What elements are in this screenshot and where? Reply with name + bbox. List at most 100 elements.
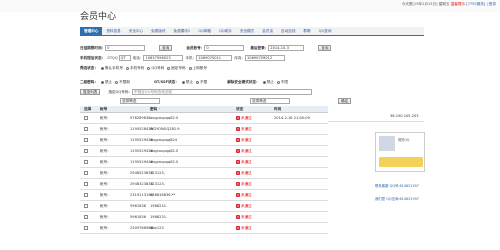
table-row: 帐号： 2319113194 836816836.** ✕ 未通过 bbox=[80, 190, 328, 201]
r1-opt-0: 禁止 bbox=[104, 79, 113, 84]
radio-type-4[interactable] bbox=[188, 66, 192, 70]
row-checkbox[interactable] bbox=[84, 137, 88, 142]
row-checkbox[interactable] bbox=[84, 181, 88, 186]
radio-type-1[interactable] bbox=[125, 66, 129, 70]
status: 未通过 bbox=[241, 159, 252, 164]
radio-type-3[interactable] bbox=[167, 66, 171, 70]
acct-num: 1195529438 bbox=[130, 160, 153, 164]
r3-opt-0: 禁止 bbox=[266, 79, 274, 84]
row-checkbox[interactable] bbox=[84, 159, 88, 164]
row-checkbox[interactable] bbox=[84, 148, 88, 153]
top-links[interactable]: [7755服务] | 登录 bbox=[466, 2, 496, 6]
row-checkbox[interactable] bbox=[84, 225, 88, 230]
r1-label: 二级密码： bbox=[80, 79, 98, 84]
amount-input[interactable]: 0 bbox=[204, 45, 245, 51]
tab-10[interactable]: 群聊 bbox=[299, 27, 314, 35]
main-nav: 管理中心 资料信息 安全中心 免费版块 免费模块2 QQ邮箱 QQ助手 安全模式 会员谈 自动加钱… bbox=[80, 27, 424, 36]
row-checkbox[interactable] bbox=[84, 203, 88, 208]
r2-radio-0[interactable] bbox=[181, 80, 185, 84]
pwd: wugroupqq82.0 bbox=[150, 116, 179, 120]
x-icon: ✕ bbox=[236, 225, 240, 230]
r1-radio-1[interactable] bbox=[115, 80, 119, 84]
radio-type-0[interactable] bbox=[100, 66, 104, 70]
type-opt-0: 默认手机号 bbox=[104, 65, 123, 70]
table-row: 帐号： 1195528438 WGYONGQ282.9 ✕ 未通过 bbox=[80, 124, 328, 135]
select-a[interactable]: 选择筛选 bbox=[120, 98, 160, 104]
phone-input[interactable]: 10637598023 bbox=[143, 55, 184, 61]
pwd: 123123, bbox=[150, 171, 165, 175]
fax-input[interactable]: 10690709012 bbox=[245, 55, 286, 61]
x-icon: ✕ bbox=[236, 126, 240, 131]
tab-4[interactable]: 免费模块2 bbox=[170, 27, 195, 35]
x-icon: ✕ bbox=[236, 170, 240, 175]
qq-b-input[interactable]: QT bbox=[118, 55, 131, 61]
acct-label: 帐号： bbox=[100, 159, 111, 164]
qq-num-input[interactable]: 不指定QQ号码查询全部 bbox=[132, 89, 313, 95]
date-label: 日结期限时间： bbox=[80, 45, 106, 50]
tab-3[interactable]: 免费版块 bbox=[147, 27, 169, 35]
confirm-button[interactable]: 确定 bbox=[338, 98, 352, 104]
last-input[interactable]: 2014-10-3 bbox=[268, 45, 305, 51]
qq-contact[interactable]: 联系客服 QQ号:614631597 bbox=[375, 183, 419, 188]
acct-num: 2309768968 bbox=[130, 226, 153, 230]
ip-text: 36.150.105.203 bbox=[390, 114, 419, 118]
ip-row: 36.150.105.203 bbox=[328, 112, 424, 122]
ad-block bbox=[379, 157, 423, 167]
r3-radio-1[interactable] bbox=[276, 80, 280, 84]
tab-9[interactable]: 自动加钱 bbox=[277, 27, 299, 35]
acct-label: 帐号： bbox=[100, 126, 111, 131]
row-checkbox[interactable] bbox=[84, 192, 88, 197]
r1-radio-0[interactable] bbox=[100, 80, 104, 84]
table-row: 帐号： 2948323836 123123, ✕ 未通过 bbox=[80, 179, 328, 190]
acct-num: 976289838 bbox=[130, 116, 151, 120]
r2-radio-1[interactable] bbox=[196, 80, 200, 84]
x-icon: ✕ bbox=[236, 148, 240, 153]
tab-1[interactable]: 资料信息 bbox=[102, 27, 124, 35]
acct-num: 2948323836 bbox=[130, 182, 153, 186]
last-label: 最后登录： bbox=[250, 45, 269, 50]
table-row: 帐号： 5961836 1986231. ✕ 未通过 bbox=[80, 212, 328, 223]
tab-2[interactable]: 安全中心 bbox=[125, 27, 147, 35]
tab-5[interactable]: QQ邮箱 bbox=[194, 27, 215, 35]
tab-0[interactable]: 管理中心 bbox=[80, 27, 103, 35]
avatar bbox=[379, 136, 395, 151]
status: 未通过 bbox=[241, 192, 252, 197]
select-b[interactable]: 选择筛选 bbox=[250, 98, 290, 104]
x-icon: ✕ bbox=[236, 192, 240, 197]
mobile-input[interactable]: 1069070011 bbox=[196, 55, 233, 61]
pwd: 123123, bbox=[150, 182, 165, 186]
tab-11[interactable]: QQ查询 bbox=[315, 27, 336, 35]
r3-radio-0[interactable] bbox=[262, 80, 266, 84]
r1-opt-1: 不限制 bbox=[119, 79, 130, 84]
row-checkbox[interactable] bbox=[84, 115, 88, 120]
qq-space[interactable]: 我们是 QQ空间:614631597 bbox=[375, 196, 419, 201]
type-opt-4: 上网账号 bbox=[192, 65, 207, 70]
r2-opt-1: 不限 bbox=[200, 79, 208, 84]
status: 未通过 bbox=[241, 203, 252, 208]
tab-7[interactable]: 安全模式 bbox=[236, 27, 258, 35]
status: 未通过 bbox=[241, 115, 252, 120]
table-row: 帐号： 1195529438 wugroupqq82.0 ✕ 未通过 bbox=[80, 146, 328, 157]
radio-type-2[interactable] bbox=[147, 66, 151, 70]
pwd: bbb123 bbox=[150, 226, 164, 230]
status: 未通过 bbox=[241, 126, 252, 131]
pwd: WGYONGQ282.9 bbox=[150, 127, 180, 131]
row-checkbox[interactable] bbox=[84, 126, 88, 131]
row-checkbox[interactable] bbox=[84, 170, 88, 175]
row-checkbox[interactable] bbox=[84, 214, 88, 219]
top-bar: 今天是[19年2月15日] 星期五 温馨提示 [7755服务] | 登录 bbox=[0, 0, 500, 12]
list-button[interactable]: 登录列表 bbox=[80, 89, 101, 95]
r2-label: GT/SSF状态： bbox=[153, 79, 179, 84]
acct-label: 帐号： bbox=[100, 203, 111, 208]
date-button[interactable]: 查询 bbox=[159, 45, 173, 51]
result-table: 选择 帐号 密码 · 状态 时间 帐号： 976289838 wugroupqq82… bbox=[80, 106, 328, 234]
time: 2014-2-18 21:00:09 bbox=[274, 116, 310, 120]
acct-label: 帐号： bbox=[100, 170, 111, 175]
last-button[interactable]: 查询 bbox=[318, 45, 332, 51]
table-body: 帐号： 976289838 wugroupqq82.0 ✕ 未通过 2014-2-18 2… bbox=[80, 113, 328, 234]
date-input[interactable]: 0 bbox=[105, 45, 146, 51]
tab-8[interactable]: 会员谈 bbox=[258, 27, 277, 35]
tab-6[interactable]: QQ助手 bbox=[215, 27, 236, 35]
status: 未通过 bbox=[241, 225, 252, 230]
top-info: 今天是[19年2月15日] 星期五 温馨提示 [7755服务] | 登录 bbox=[402, 2, 496, 7]
